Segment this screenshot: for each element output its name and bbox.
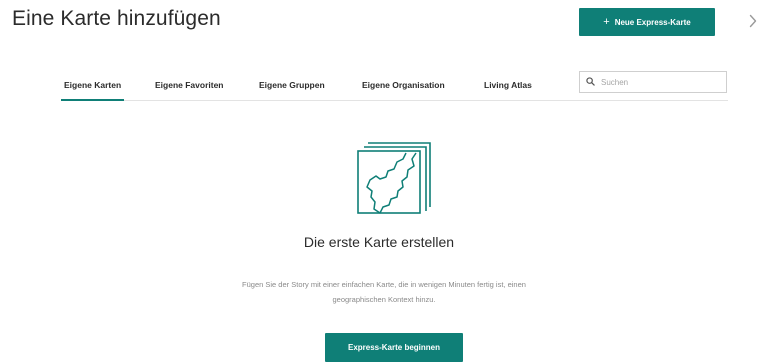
stacked-map-outline-icon [356,139,432,215]
search-box[interactable] [579,71,727,93]
empty-state-description-line: geographischen Kontext hinzu. [332,295,436,304]
empty-state-description-line: Fügen Sie der Story mit einer einfachen … [242,280,526,289]
tab-label: Eigene Karten [64,79,122,90]
tab-living-atlas[interactable]: Living Atlas [484,69,532,100]
add-map-panel: Eine Karte hinzufügen + Neue Express-Kar… [0,0,758,363]
start-express-map-button[interactable]: Express-Karte beginnen [325,333,463,362]
tab-eigene-organisation[interactable]: Eigene Organisation [362,69,445,100]
new-express-map-button[interactable]: + Neue Express-Karte [579,8,715,36]
tab-eigene-gruppen[interactable]: Eigene Gruppen [259,69,325,100]
empty-state-description: Fügen Sie der Story mit einer einfachen … [188,277,580,307]
page-title: Eine Karte hinzufügen [12,7,221,30]
empty-state-title: Die erste Karte erstellen [303,234,455,250]
chevron-right-icon[interactable] [747,10,758,32]
search-icon [586,73,595,91]
tab-eigene-karten[interactable]: Eigene Karten [60,69,125,101]
tab-label: Eigene Organisation [362,79,445,90]
tab-label: Eigene Favoriten [155,79,224,90]
search-input[interactable] [601,77,711,87]
tab-label: Eigene Gruppen [259,79,325,90]
plus-icon: + [603,15,610,28]
new-express-map-label: Neue Express-Karte [614,17,691,27]
tab-label: Living Atlas [484,79,532,90]
tab-eigene-favoriten[interactable]: Eigene Favoriten [155,69,224,100]
